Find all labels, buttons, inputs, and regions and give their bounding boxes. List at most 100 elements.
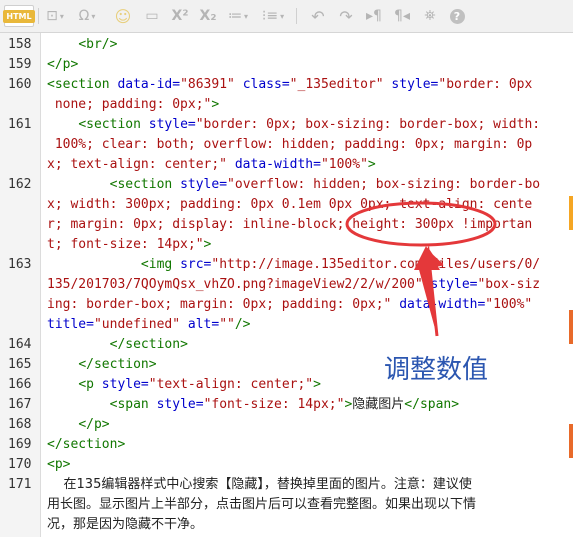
code-line[interactable]: 163 <img src="http://image.135editor.com… — [0, 255, 573, 335]
code-line[interactable]: 160 <section data-id="86391" class="_135e… — [0, 75, 573, 115]
line-number: 164 — [8, 337, 32, 352]
code-token: 100%; clear: both; overflow: hidden; pad… — [47, 137, 533, 152]
code-token: "border: 0px; box-sizing: border-box; wi… — [195, 117, 541, 132]
code-text: <section style="border: 0px; box-sizing:… — [47, 115, 540, 135]
code-token: </section> — [78, 357, 157, 372]
code-token: 用长图。显示图片上半部分，点击图片后可以查看完整图。如果出现以下情 — [47, 497, 477, 512]
code-token: style= — [148, 117, 196, 132]
line-number: 163 — [8, 257, 32, 272]
code-token: t; font-size: 14px;" — [47, 237, 204, 252]
rtl-button[interactable]: ¶◂ — [390, 5, 414, 27]
code-text: </section> — [47, 335, 188, 355]
help-button[interactable]: ? — [446, 5, 468, 27]
code-token: class= — [234, 77, 290, 92]
unordered-list-button[interactable]: ⁝≡ ▾ — [258, 5, 288, 27]
code-token: data-id= — [117, 77, 181, 92]
redo-button[interactable]: ↷ — [334, 5, 358, 27]
code-token: > — [211, 97, 220, 112]
html-source-button[interactable]: HTML — [3, 5, 35, 27]
code-token: 135/201703/7QOymQsx_vhZO.png?imageView2/… — [47, 277, 423, 292]
code-text: <span style="font-size: 14px;">隐藏图片</spa… — [47, 395, 459, 415]
html-source-editor[interactable]: 158 <br/> 159 </p> 160 <section data-id="863… — [0, 33, 573, 537]
line-number: 165 — [8, 357, 32, 372]
line-number: 160 — [8, 77, 32, 92]
help-icon: ? — [449, 8, 465, 24]
subscript-button[interactable]: X₂ — [196, 5, 220, 27]
undo-button[interactable]: ↶ — [306, 5, 330, 27]
code-text: 135/201703/7QOymQsx_vhZO.png?imageView2/… — [47, 275, 540, 295]
code-text: 况，那是因为隐藏不干净。 — [47, 515, 203, 535]
code-line[interactable]: 158 <br/> — [0, 35, 573, 55]
code-text: </section> — [47, 435, 125, 455]
code-token: 隐藏图片 — [352, 397, 405, 412]
scroll-mark — [569, 310, 573, 344]
scrollbar-markers[interactable] — [569, 33, 573, 537]
chevron-down-icon: ▾ — [91, 11, 96, 21]
code-text: ing: border-box; margin: 0px; padding: 0… — [47, 295, 532, 315]
code-text: 在135编辑器样式中心搜索【隐藏】，替换掉里面的图片。注意：建议使 — [47, 475, 472, 495]
code-token: <p> — [47, 457, 71, 472]
code-line[interactable]: 170 <p> — [0, 455, 573, 475]
search-replace-button[interactable]: ⛯ — [418, 5, 442, 27]
code-token: 况，那是因为隐藏不干净。 — [47, 517, 204, 532]
code-token: x; text-align: center;" — [47, 157, 228, 172]
code-token: style= — [156, 397, 204, 412]
code-text: <br/> — [47, 35, 117, 55]
code-text: x; text-align: center;" data-width="100%… — [47, 155, 376, 175]
annotation-label: 调整数值 — [384, 355, 489, 385]
code-token: x; width: 300px; padding: 0px 0.1em 0px … — [47, 197, 533, 212]
code-line[interactable]: 169 </section> — [0, 435, 573, 455]
code-token: "_135editor" — [289, 77, 384, 92]
emoji-button[interactable]: ☺ — [112, 5, 134, 27]
ltr-button[interactable]: ▸¶ — [362, 5, 386, 27]
code-token: "font-size: 14px;" — [203, 397, 345, 412]
code-token: </span> — [404, 397, 460, 412]
code-token: "overflow: hidden; box-sizing: border-bo — [227, 177, 541, 192]
code-line[interactable]: 159 </p> — [0, 55, 573, 75]
code-line[interactable]: 162 <section style="overflow: hidden; bo… — [0, 175, 573, 255]
line-number: 162 — [8, 177, 32, 192]
code-token: "" — [219, 317, 235, 332]
image-icon: ⊡ — [46, 8, 58, 24]
code-text: 100%; clear: both; overflow: hidden; pad… — [47, 135, 532, 155]
line-number: 168 — [8, 417, 32, 432]
code-text: <img src="http://image.135editor.com/fil… — [47, 255, 540, 275]
insert-image-button[interactable]: ⊡ ▾ — [42, 5, 68, 27]
undo-icon: ↶ — [311, 6, 325, 26]
ltr-icon: ▸¶ — [366, 8, 382, 24]
line-number: 167 — [8, 397, 32, 412]
code-text: <section data-id="86391" class="_135edit… — [47, 75, 532, 95]
code-token: src= — [180, 257, 212, 272]
superscript-button[interactable]: X² — [168, 5, 192, 27]
code-text: </p> — [47, 415, 109, 435]
code-token: "100%" — [320, 157, 368, 172]
editor-toolbar: HTML ⊡ ▾ Ω ▾ ☺ ▭ X² X₂ ≔ ▾ ⁝≡ ▾ ↶ ↷ ▸¶ ¶◂ ⛯ … — [0, 0, 573, 33]
code-token: data-width= — [227, 157, 321, 172]
code-line[interactable]: 168 </p> — [0, 415, 573, 435]
ordered-list-icon: ≔ — [227, 8, 242, 24]
code-token: "http://image.135editor.com/files/users/… — [211, 257, 541, 272]
code-token: "text-align: center;" — [148, 377, 314, 392]
code-line[interactable]: 161 <section style="border: 0px; box-siz… — [0, 115, 573, 175]
special-char-button[interactable]: Ω ▾ — [74, 5, 100, 27]
line-number: 166 — [8, 377, 32, 392]
link-icon: ▭ — [145, 8, 159, 24]
code-line[interactable]: 171 在135编辑器样式中心搜索【隐藏】，替换掉里面的图片。注意：建议使 用长图… — [0, 475, 573, 535]
ordered-list-button[interactable]: ≔ ▾ — [224, 5, 252, 27]
code-token: > — [203, 237, 212, 252]
code-token: > — [313, 377, 321, 392]
code-token: </section> — [109, 337, 188, 352]
insert-link-button[interactable]: ▭ — [140, 5, 164, 27]
code-token: alt= — [180, 317, 220, 332]
code-token: </p> — [47, 57, 79, 72]
scroll-mark — [569, 424, 573, 458]
code-token: ing: border-box; margin: 0px; padding: 0… — [47, 297, 392, 312]
code-token: > — [367, 157, 376, 172]
code-line[interactable]: 167 <span style="font-size: 14px;">隐藏图片<… — [0, 395, 573, 415]
subscript-icon: X₂ — [199, 8, 217, 24]
